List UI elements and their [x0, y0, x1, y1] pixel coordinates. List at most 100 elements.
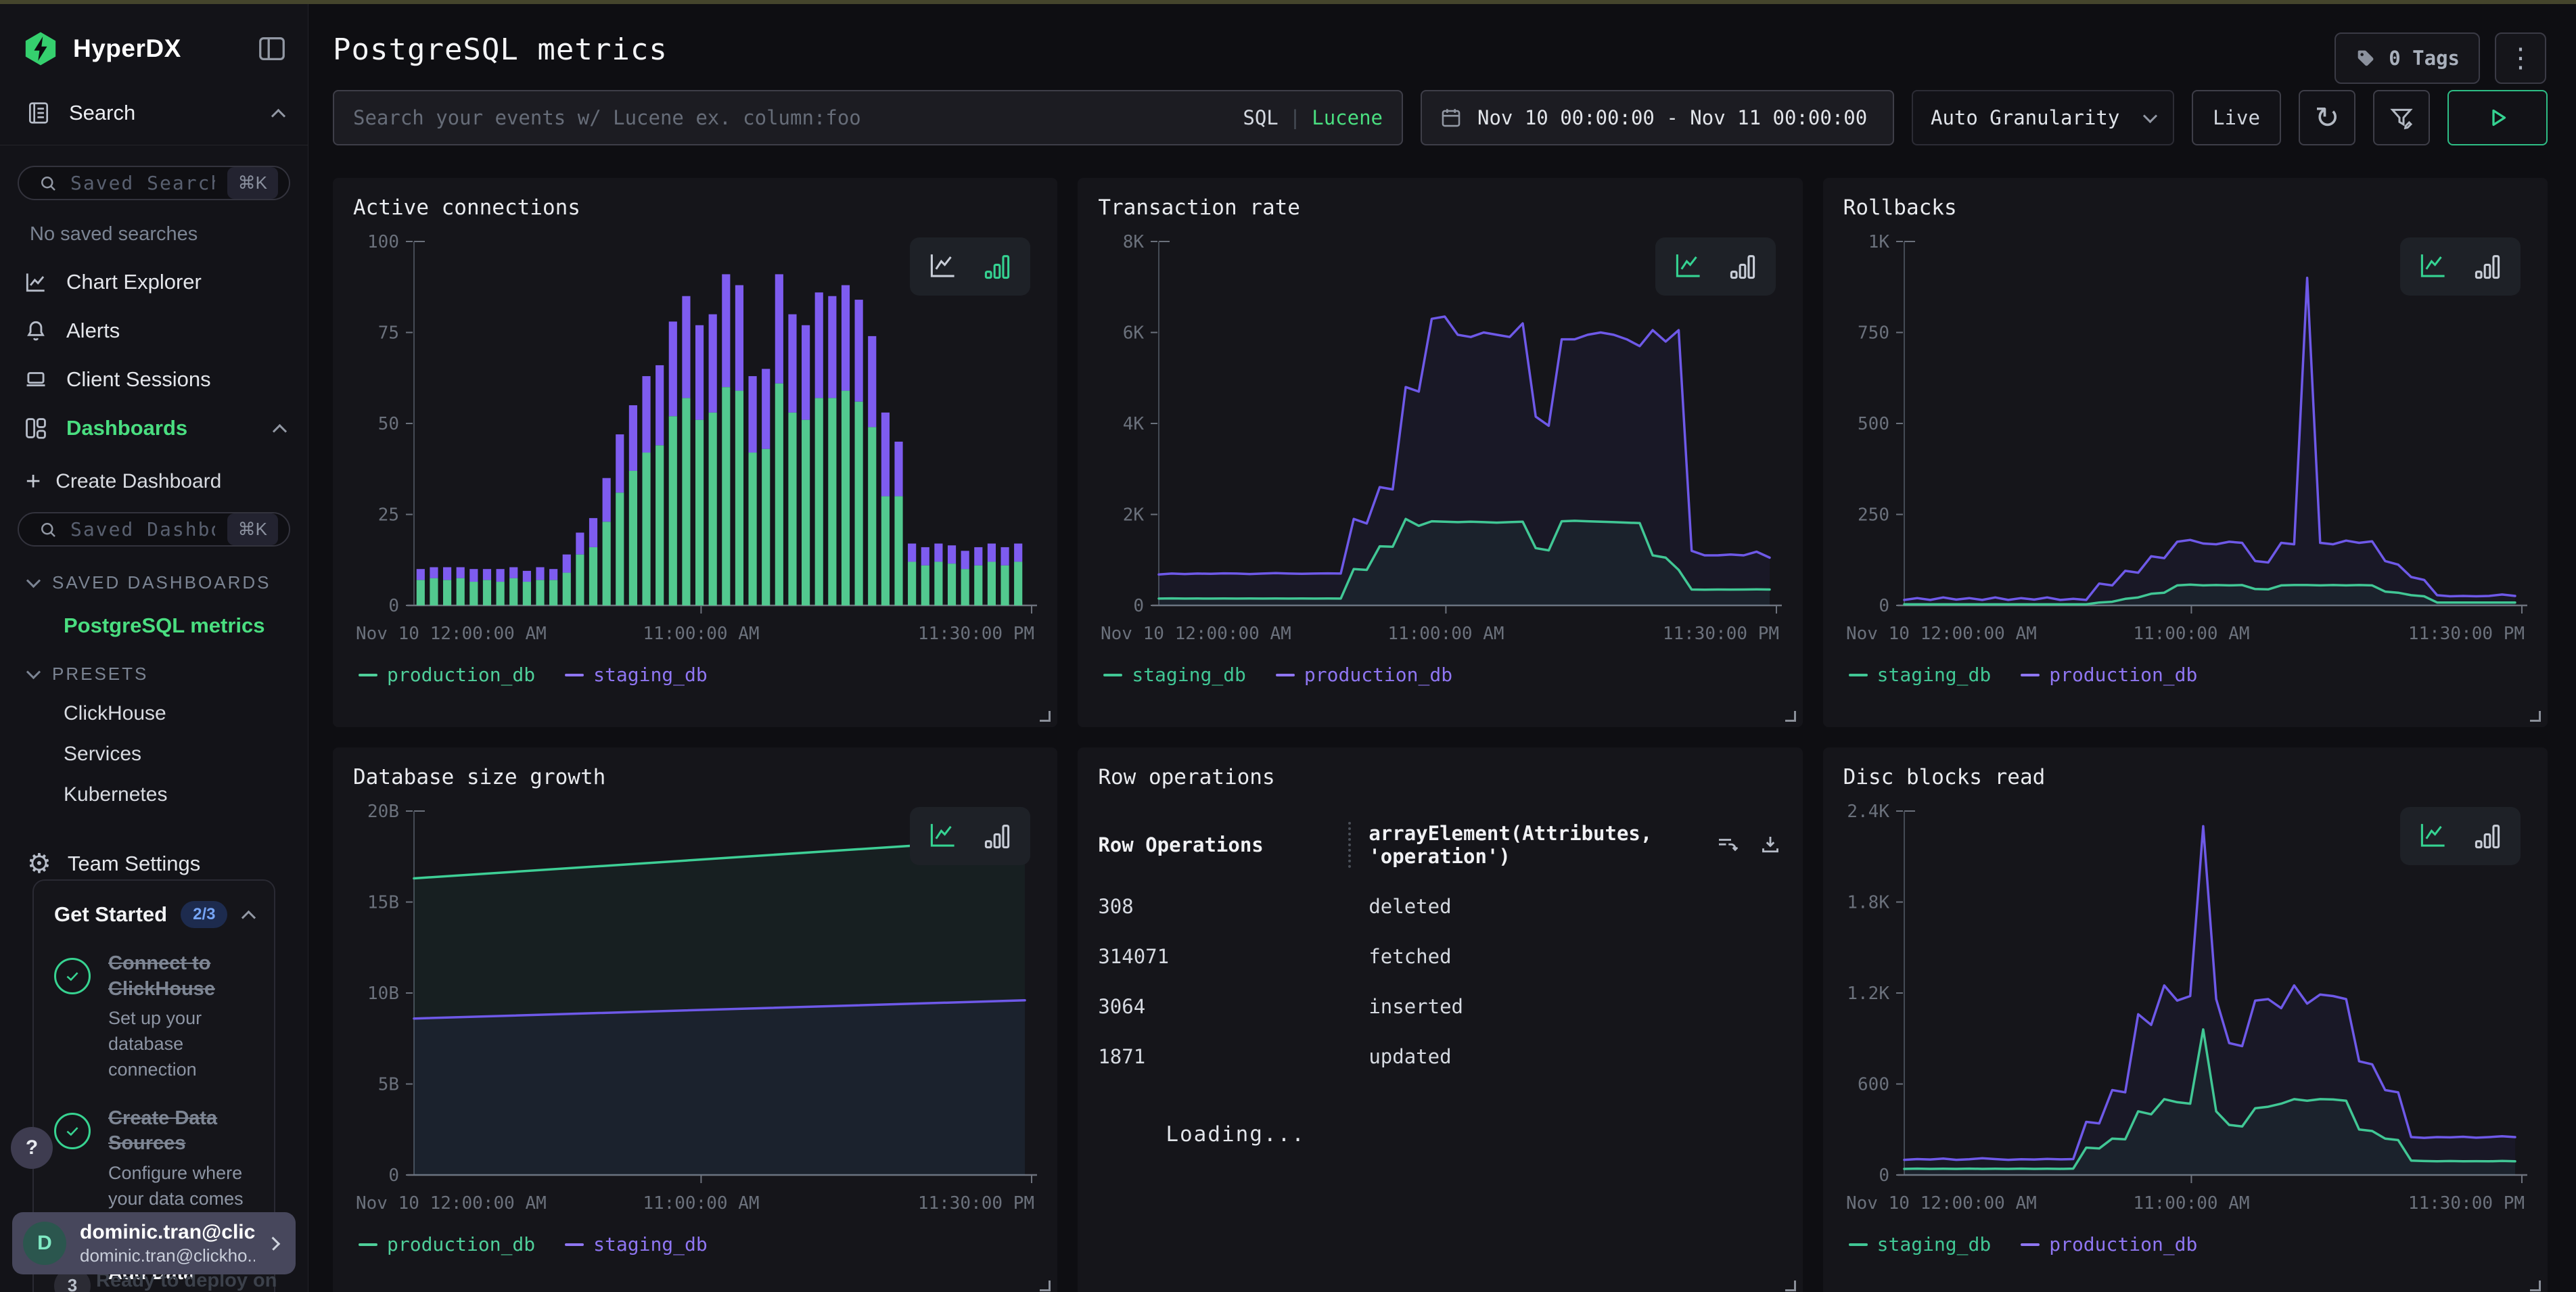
- bar-chart-icon[interactable]: [982, 251, 1013, 282]
- sidebar-collapse-icon[interactable]: [256, 33, 288, 64]
- saved-dashboards-section[interactable]: SAVED DASHBOARDS: [18, 547, 290, 593]
- legend-item[interactable]: staging_db: [1849, 1233, 1992, 1255]
- legend-item[interactable]: production_db: [2021, 1233, 2197, 1255]
- line-chart-icon[interactable]: [1673, 251, 1704, 282]
- legend-swatch: [1849, 1243, 1868, 1246]
- dashboard-menu-button[interactable]: ⋮: [2495, 32, 2546, 84]
- table-row[interactable]: 1871updated: [1098, 1045, 1782, 1068]
- event-search-input[interactable]: [353, 106, 1232, 129]
- legend-item[interactable]: staging_db: [565, 1233, 708, 1255]
- get-started-item-connect[interactable]: Connect to ClickHouse Set up your databa…: [54, 951, 254, 1083]
- legend-item[interactable]: production_db: [2021, 664, 2197, 686]
- sidebar-item-postgresql-metrics[interactable]: PostgreSQL metrics: [18, 593, 290, 638]
- sidebar-item-team-settings[interactable]: ⚙ Team Settings: [18, 806, 290, 879]
- sidebar-item-client-sessions[interactable]: Client Sessions: [18, 355, 290, 404]
- line-chart-icon[interactable]: [927, 821, 959, 852]
- saved-dashboards-input[interactable]: ⌘K: [18, 512, 290, 547]
- bar-chart-icon[interactable]: [982, 821, 1013, 852]
- refresh-button[interactable]: ↻: [2299, 90, 2355, 145]
- legend-swatch: [1103, 674, 1122, 676]
- chart-type-toggle: [2400, 237, 2521, 296]
- bar-chart-icon[interactable]: [2472, 251, 2503, 282]
- svg-text:15B: 15B: [367, 893, 399, 913]
- chart-legend: staging_db production_db: [1843, 664, 2527, 686]
- svg-text:Nov 10 12:00:00 AM: Nov 10 12:00:00 AM: [1846, 1193, 2037, 1214]
- bar-chart-icon[interactable]: [2472, 821, 2503, 852]
- sidebar-item-dashboards[interactable]: Dashboards: [18, 404, 290, 453]
- table-row[interactable]: 314071fetched: [1098, 945, 1782, 968]
- tags-button[interactable]: 0 Tags: [2334, 32, 2480, 84]
- legend-swatch: [2021, 674, 2040, 676]
- table-header-icons: [1701, 833, 1782, 857]
- sql-toggle[interactable]: SQL: [1243, 106, 1278, 129]
- table-column-operation[interactable]: arrayElement(Attributes, 'operation'): [1348, 822, 1701, 868]
- legend-item[interactable]: staging_db: [1103, 664, 1246, 686]
- live-button[interactable]: Live: [2192, 90, 2281, 145]
- sidebar-item-alerts[interactable]: Alerts: [18, 306, 290, 355]
- step-title: Create Data Sources: [108, 1106, 254, 1157]
- sidebar-item-search[interactable]: Search: [0, 88, 308, 145]
- search-icon: [38, 173, 58, 193]
- sidebar-item-kubernetes[interactable]: Kubernetes: [18, 766, 290, 806]
- legend-item[interactable]: production_db: [1276, 664, 1452, 686]
- run-query-button[interactable]: [2447, 90, 2548, 145]
- resize-handle[interactable]: [1785, 1281, 1796, 1291]
- svg-text:5B: 5B: [378, 1075, 399, 1095]
- avatar: D: [23, 1222, 66, 1265]
- filter-button[interactable]: [2373, 90, 2430, 145]
- resize-handle[interactable]: [1785, 711, 1796, 722]
- user-menu[interactable]: D dominic.tran@clic... dominic.tran@clic…: [12, 1212, 296, 1274]
- chart-title: Database size growth: [353, 765, 1037, 789]
- query-language-toggle: SQL | Lucene: [1243, 106, 1383, 129]
- chevron-up-icon[interactable]: [271, 108, 285, 122]
- line-chart-icon[interactable]: [2418, 251, 2449, 282]
- resize-handle[interactable]: [2530, 711, 2541, 722]
- saved-dashboards-field[interactable]: [70, 518, 215, 540]
- svg-text:11:00:00 AM: 11:00:00 AM: [643, 1193, 759, 1214]
- get-started-title: Get Started: [54, 902, 167, 927]
- granularity-select[interactable]: Auto Granularity: [1912, 90, 2174, 145]
- legend-item[interactable]: staging_db: [565, 664, 708, 686]
- create-dashboard-button[interactable]: + Create Dashboard: [18, 453, 290, 512]
- sidebar-item-chart-explorer[interactable]: Chart Explorer: [18, 258, 290, 306]
- legend-item[interactable]: production_db: [359, 1233, 535, 1255]
- saved-searches-field[interactable]: [70, 172, 215, 194]
- help-button[interactable]: ?: [11, 1127, 53, 1169]
- sidebar-item-clickhouse[interactable]: ClickHouse: [18, 685, 290, 725]
- get-started-header[interactable]: Get Started 2/3: [54, 901, 254, 928]
- resize-handle[interactable]: [1040, 711, 1051, 722]
- resize-handle[interactable]: [1040, 1281, 1051, 1291]
- chart-card-disc-blocks-read: Disc blocks read 06001.2K1.8K2.4KNov 10 …: [1823, 747, 2548, 1292]
- sidebar-item-services[interactable]: Services: [18, 725, 290, 766]
- date-range-picker[interactable]: Nov 10 00:00:00 - Nov 11 00:00:00: [1421, 90, 1894, 145]
- download-icon[interactable]: [1758, 833, 1782, 857]
- sort-columns-icon[interactable]: [1715, 833, 1739, 857]
- resize-handle[interactable]: [2530, 1281, 2541, 1291]
- lucene-toggle[interactable]: Lucene: [1312, 106, 1383, 129]
- chevron-down-icon: [2143, 108, 2157, 122]
- table-row[interactable]: 3064inserted: [1098, 995, 1782, 1018]
- page-title: PostgreSQL metrics: [333, 32, 2548, 67]
- line-chart-icon[interactable]: [927, 251, 959, 282]
- legend-item[interactable]: staging_db: [1849, 664, 1992, 686]
- table-cell-operation: inserted: [1348, 995, 1782, 1018]
- legend-swatch: [565, 1243, 584, 1246]
- presets-section[interactable]: PRESETS: [18, 638, 290, 685]
- event-search-box[interactable]: SQL | Lucene: [333, 90, 1403, 145]
- chart-title: Row operations: [1098, 765, 1782, 789]
- svg-text:11:30:00 PM: 11:30:00 PM: [1663, 624, 1779, 644]
- chevron-down-icon: [26, 574, 41, 588]
- line-chart-icon[interactable]: [2418, 821, 2449, 852]
- svg-text:11:00:00 AM: 11:00:00 AM: [1388, 624, 1504, 644]
- query-controls: SQL | Lucene Nov 10 00:00:00 - Nov 11 00…: [333, 90, 2548, 145]
- bar-chart-icon[interactable]: [1727, 251, 1758, 282]
- svg-text:0: 0: [1879, 1166, 1889, 1186]
- table-row[interactable]: 308deleted: [1098, 895, 1782, 918]
- saved-searches-input[interactable]: ⌘K: [18, 166, 290, 200]
- chevron-up-icon[interactable]: [242, 910, 256, 924]
- chevron-up-icon[interactable]: [273, 423, 287, 438]
- bell-icon: [23, 318, 49, 344]
- table-column-count[interactable]: Row Operations: [1098, 833, 1348, 856]
- legend-item[interactable]: production_db: [359, 664, 535, 686]
- logo-row: HyperDX: [0, 4, 308, 88]
